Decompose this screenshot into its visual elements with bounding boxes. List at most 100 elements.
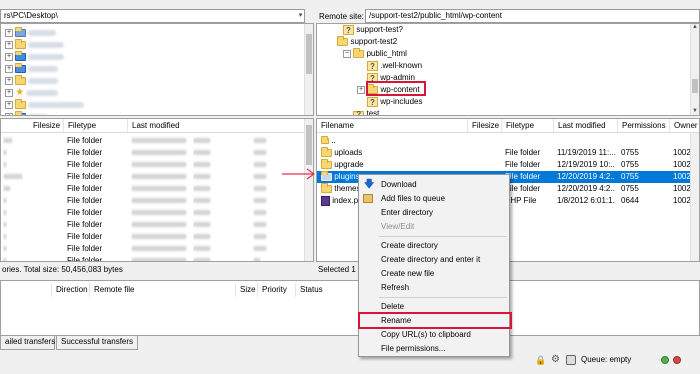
menu-create-new-file[interactable]: Create new file [359, 267, 509, 281]
local-site-path[interactable]: rs\PC\Desktop\ [0, 9, 305, 23]
file-type: File folder [67, 196, 103, 205]
queue-header: Direction Remote file Size Priority Stat… [1, 283, 699, 297]
local-file-scrollbar[interactable] [304, 119, 313, 261]
folder-icon [321, 159, 332, 169]
wp-content-highlight [366, 81, 426, 96]
table-row[interactable]: File folder [1, 207, 313, 219]
col-owner[interactable]: Owner [669, 119, 699, 133]
remote-tree-item-root[interactable]: - support-test2 [327, 35, 397, 48]
col-status[interactable]: Status [295, 283, 355, 297]
col-size[interactable]: Size [235, 283, 257, 297]
remote-tree-scrollbar[interactable]: ▲ ▼ [690, 24, 699, 115]
table-row[interactable]: .. [317, 135, 699, 147]
menu-view-edit[interactable]: View/Edit [359, 220, 509, 234]
file-type: File folder [67, 184, 103, 193]
file-modified: 12/20/2019 4:2... [557, 172, 615, 181]
table-row[interactable]: File folder [1, 147, 313, 159]
table-row[interactable]: File folder [1, 195, 313, 207]
local-status: ories. Total size: 50,456,083 bytes [2, 265, 123, 274]
queue-status: Queue: empty [581, 355, 632, 364]
file-modified: 12/20/2019 4:2... [557, 184, 615, 193]
file-permissions: 0644 [621, 196, 639, 205]
table-row[interactable]: File folder [1, 231, 313, 243]
menu-enter-directory[interactable]: Enter directory [359, 206, 509, 220]
col-priority[interactable]: Priority [257, 283, 295, 297]
col-filesize[interactable]: Filesize [29, 119, 63, 133]
file-type: File folder [505, 148, 541, 157]
remote-tree-item-public-html[interactable]: − public_html [343, 47, 407, 60]
table-row[interactable]: File folder [1, 219, 313, 231]
col-last-modified[interactable]: Last modified [127, 119, 257, 133]
remote-file-scrollbar[interactable] [690, 133, 699, 261]
file-type: File folder [67, 148, 103, 157]
local-file-list[interactable]: Filesize Filetype Last modified File fol… [0, 118, 314, 262]
local-site-path-text: rs\PC\Desktop\ [4, 11, 58, 20]
file-type: File folder [67, 244, 103, 253]
activity-led-green [661, 356, 669, 364]
col-last-modified[interactable]: Last modified [553, 119, 617, 133]
file-permissions: 0755 [621, 184, 639, 193]
remote-tree-item-partial-bottom[interactable]: + ? test [343, 108, 379, 115]
scroll-down-icon[interactable]: ▼ [691, 108, 699, 115]
context-menu: 🡇 Download Add files to queue Enter dire… [358, 174, 510, 357]
local-site-dropdown[interactable]: ▾ [296, 10, 305, 22]
table-row[interactable]: upgrade File folder 12/19/2019 10:... 0755 1… [317, 159, 699, 171]
table-row[interactable]: uploads File folder 11/19/2019 11:... 0755 1… [317, 147, 699, 159]
local-tree-item[interactable]: + [5, 98, 85, 111]
pointer-arrow-icon [282, 168, 316, 180]
file-modified: 12/19/2019 10:... [557, 160, 615, 169]
local-tree-item[interactable]: + [5, 74, 59, 87]
remote-tree-item-wp-includes[interactable]: ? wp-includes [367, 96, 422, 108]
table-row[interactable]: File folder [1, 255, 313, 262]
remote-site-path[interactable]: /support-test2/public_html/wp-content [365, 9, 700, 23]
col-filename[interactable]: Filename [317, 119, 467, 133]
menu-add-files-to-queue[interactable]: Add files to queue [359, 192, 509, 206]
remote-tree-item-well-known[interactable]: ? .well-known [367, 60, 422, 72]
file-name: plugins [334, 172, 360, 181]
tab-failed-transfers[interactable]: ailed transfers [0, 336, 55, 350]
col-filesize[interactable]: Filesize [467, 119, 501, 133]
local-tree-item[interactable]: + [5, 110, 49, 115]
folder-icon [321, 183, 332, 193]
table-row[interactable]: File folder [1, 135, 313, 147]
file-type: File folder [505, 172, 541, 181]
remote-site-path-text: /support-test2/public_html/wp-content [369, 11, 502, 20]
col-filetype[interactable]: Filetype [501, 119, 553, 133]
file-type: File folder [67, 136, 103, 145]
table-row[interactable]: File folder [1, 159, 313, 171]
col-remote-file[interactable]: Remote file [89, 283, 235, 297]
table-row[interactable]: File folder [1, 171, 313, 183]
menu-create-directory-and-enter[interactable]: Create directory and enter it [359, 253, 509, 267]
menu-refresh[interactable]: Refresh [359, 281, 509, 295]
remote-tree[interactable]: ? support-test? - support-test2 − public… [316, 23, 700, 116]
menu-create-directory[interactable]: Create directory [359, 239, 509, 253]
table-row[interactable]: File folder [1, 183, 313, 195]
col-direction[interactable]: Direction [51, 283, 89, 297]
menu-file-permissions[interactable]: File permissions... [359, 342, 509, 356]
local-tree-item[interactable]: + [5, 26, 57, 39]
file-modified: 11/19/2019 11:... [557, 148, 615, 157]
php-file-icon [321, 195, 330, 206]
queue-panel[interactable]: Direction Remote file Size Priority Stat… [0, 280, 700, 336]
file-permissions: 0755 [621, 148, 639, 157]
tab-successful-transfers[interactable]: Successful transfers [56, 336, 138, 350]
file-type: File folder [505, 184, 541, 193]
local-tree-item[interactable]: + ★ [5, 87, 59, 99]
remote-tree-item-partial[interactable]: ? support-test? [343, 24, 403, 36]
local-tree-item[interactable]: + [5, 62, 59, 75]
local-tree-scrollbar[interactable] [304, 24, 313, 115]
local-tree-item[interactable]: + [5, 50, 65, 63]
folder-icon [321, 147, 332, 157]
menu-copy-urls[interactable]: Copy URL(s) to clipboard [359, 328, 509, 342]
local-tree-item[interactable]: + [5, 38, 65, 51]
menu-download[interactable]: 🡇 Download [359, 178, 509, 192]
table-row[interactable]: File folder [1, 243, 313, 255]
lock-icon: 🔒 [535, 355, 547, 365]
col-filetype[interactable]: Filetype [63, 119, 127, 133]
scroll-up-icon[interactable]: ▲ [691, 24, 699, 33]
file-name: upgrade [334, 160, 364, 169]
col-permissions[interactable]: Permissions [617, 119, 669, 133]
file-type: File folder [67, 256, 103, 262]
local-tree[interactable]: + + + + + + ★ + + [0, 23, 314, 116]
local-file-list-header: Filesize Filetype Last modified [1, 119, 313, 133]
